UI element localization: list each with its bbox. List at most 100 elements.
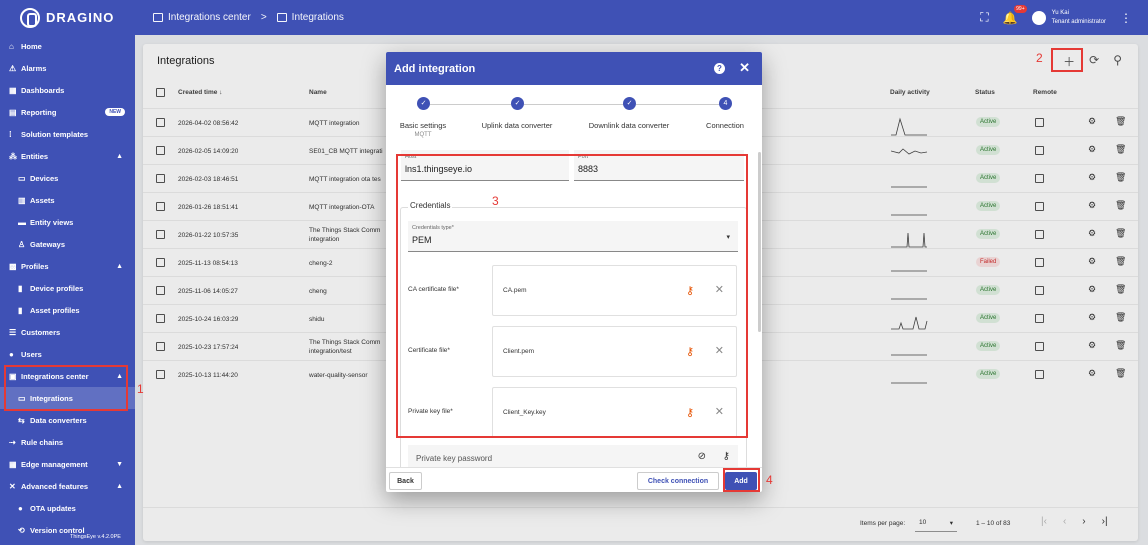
- sidebar-icon: ▤: [9, 107, 17, 117]
- breadcrumb-current: Integrations: [291, 12, 344, 23]
- step-4-indicator[interactable]: 4: [719, 97, 732, 110]
- step-4-label: Connection: [706, 121, 744, 130]
- step-3-indicator[interactable]: ✓: [623, 97, 636, 110]
- sidebar-item-device-profiles[interactable]: ▮ Device profiles: [0, 277, 135, 299]
- integrations-icon: [276, 13, 287, 22]
- sidebar-item-label: Device profiles: [30, 283, 84, 293]
- sidebar-item-label: Home: [21, 41, 42, 51]
- sidebar-icon: ●: [9, 349, 14, 359]
- step-1-indicator[interactable]: ✓: [417, 97, 430, 110]
- sidebar-icon: ♙: [18, 239, 26, 249]
- sidebar-item-label: Rule chains: [21, 437, 64, 447]
- sidebar-item-ota-updates[interactable]: ● OTA updates: [0, 497, 135, 519]
- sidebar-item-alarms[interactable]: ⚠ Alarms: [0, 57, 135, 79]
- sidebar-item-solution-templates[interactable]: ⁞ Solution templates: [0, 123, 135, 145]
- highlight-add-button: [723, 468, 760, 492]
- annotation-2: 2: [1036, 51, 1043, 65]
- sidebar-item-label: Entities: [21, 151, 49, 161]
- sidebar-item-reporting[interactable]: ▤ Reporting NEW: [0, 101, 135, 123]
- sidebar-item-home[interactable]: ⌂ Home: [0, 35, 135, 57]
- password-label: Private key password: [416, 454, 493, 463]
- visibility-off-icon[interactable]: ⊘: [698, 451, 706, 462]
- breadcrumb-parent[interactable]: Integrations center: [168, 12, 251, 23]
- highlight-integrations: [4, 365, 128, 411]
- sidebar-icon: ⁞: [9, 129, 12, 139]
- sidebar-item-label: OTA updates: [30, 503, 76, 513]
- sidebar-icon: ▬: [18, 217, 26, 227]
- close-icon[interactable]: ✕: [739, 60, 750, 76]
- sidebar-icon: ⇆: [18, 415, 25, 425]
- sidebar-item-label: Solution templates: [21, 129, 89, 139]
- notification-badge: 99+: [1014, 4, 1027, 13]
- integrations-center-icon: [153, 13, 163, 22]
- sidebar-icon: ⌂: [9, 41, 14, 51]
- sidebar-item-entities[interactable]: ⁂ Entities ▲: [0, 145, 135, 167]
- private-key-password-field[interactable]: Private key password ⊘ ⚷: [408, 445, 738, 467]
- step-1-label: Basic settings: [399, 121, 447, 130]
- key-icon[interactable]: ⚷: [723, 451, 730, 462]
- sidebar-item-label: Dashboards: [21, 85, 65, 95]
- sidebar-icon: ▩: [9, 261, 17, 271]
- sidebar-item-gateways[interactable]: ♙ Gateways: [0, 233, 135, 255]
- sidebar-item-devices[interactable]: ▭ Devices: [0, 167, 135, 189]
- sidebar-icon: ⁂: [9, 151, 17, 161]
- sidebar-item-asset-profiles[interactable]: ▮ Asset profiles: [0, 299, 135, 321]
- sidebar-item-users[interactable]: ● Users: [0, 343, 135, 365]
- sidebar-item-label: Entity views: [30, 217, 74, 227]
- sidebar-item-rule-chains[interactable]: ⇢ Rule chains: [0, 431, 135, 453]
- sidebar-item-edge-management[interactable]: ▦ Edge management ▼: [0, 453, 135, 475]
- back-button[interactable]: Back: [389, 472, 422, 490]
- dialog-scrollbar[interactable]: [758, 152, 761, 332]
- chevron-icon: ▲: [116, 262, 123, 270]
- avatar: [1031, 10, 1046, 25]
- user-name: Yu Kai: [1051, 9, 1069, 16]
- sidebar-icon: ▮: [18, 283, 23, 293]
- sidebar-icon: ⟲: [18, 525, 25, 535]
- annotation-3: 3: [492, 194, 499, 208]
- sidebar-item-customers[interactable]: ☰ Customers: [0, 321, 135, 343]
- sidebar-item-assets[interactable]: ▥ Assets: [0, 189, 135, 211]
- sidebar-item-label: Alarms: [21, 63, 47, 73]
- sidebar-icon: ▮: [18, 305, 23, 315]
- stepper: ✓ Basic settings MQTT ✓ Uplink data converte…: [386, 85, 762, 145]
- sidebar-item-profiles[interactable]: ▩ Profiles ▲: [0, 255, 135, 277]
- dialog-title: Add integration: [394, 62, 476, 75]
- sidebar-icon: ●: [18, 503, 23, 513]
- sidebar-item-advanced-features[interactable]: ✕ Advanced features ▲: [0, 475, 135, 497]
- step-2-indicator[interactable]: ✓: [511, 97, 524, 110]
- step-2-label: Uplink data converter: [481, 121, 553, 130]
- help-icon[interactable]: ?: [714, 63, 725, 74]
- more-vert-icon[interactable]: ⋮: [1120, 11, 1132, 25]
- chevron-icon: ▲: [116, 152, 123, 160]
- sidebar-item-label: Data converters: [30, 415, 87, 425]
- notifications-icon[interactable]: 🔔 99+: [1003, 4, 1027, 25]
- sidebar-item-label: Profiles: [21, 261, 49, 271]
- sidebar-item-label: Assets: [30, 195, 55, 205]
- top-bar: DRAGINO Integrations center > Integratio…: [0, 0, 1148, 35]
- check-connection-button[interactable]: Check connection: [637, 472, 719, 490]
- sidebar-icon: ⇢: [9, 437, 16, 447]
- new-badge: NEW: [105, 108, 125, 116]
- sidebar-icon: ✕: [9, 481, 16, 491]
- chevron-icon: ▼: [116, 460, 123, 468]
- sidebar: ⌂ Home ⚠ Alarms ▦ Dashboards ▤ Reporting NEW ⁞ Sol…: [0, 35, 135, 545]
- sidebar-item-label: Users: [21, 349, 42, 359]
- step-3-label: Downlink data converter: [588, 121, 670, 130]
- sidebar-item-label: Gateways: [30, 239, 66, 249]
- sidebar-icon: ⚠: [9, 63, 17, 73]
- sidebar-item-label: Customers: [21, 327, 61, 337]
- step-1-sublabel: MQTT: [414, 132, 432, 138]
- sidebar-item-entity-views[interactable]: ▬ Entity views: [0, 211, 135, 233]
- brand-name: DRAGINO: [46, 10, 115, 25]
- chevron-icon: ▲: [116, 482, 123, 490]
- brand-logo[interactable]: DRAGINO: [0, 0, 135, 35]
- sidebar-icon: ▥: [18, 195, 26, 205]
- fullscreen-icon[interactable]: ⛶: [980, 10, 988, 25]
- sidebar-item-label: Devices: [30, 173, 59, 183]
- annotation-1: 1: [137, 382, 144, 396]
- breadcrumb: Integrations center > Integrations: [135, 12, 344, 23]
- sidebar-item-data-converters[interactable]: ⇆ Data converters: [0, 409, 135, 431]
- sidebar-icon: ▦: [9, 459, 17, 469]
- sidebar-item-dashboards[interactable]: ▦ Dashboards: [0, 79, 135, 101]
- user-menu[interactable]: Yu Kai Tenant administrator: [1031, 9, 1106, 27]
